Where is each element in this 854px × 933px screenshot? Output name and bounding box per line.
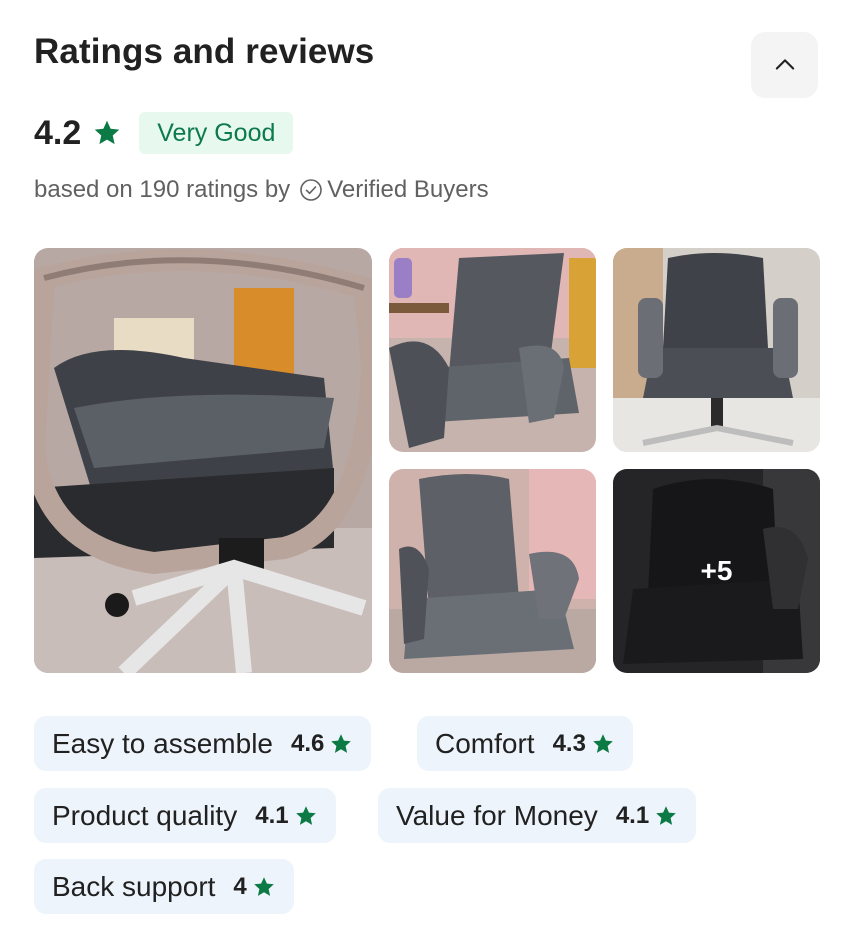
more-photos-overlay[interactable]: +5 xyxy=(613,469,820,673)
aspect-rating: 4.3 xyxy=(552,729,586,757)
overall-rating: 4.2 Very Good xyxy=(34,112,294,154)
aspect-chip-back-support[interactable]: Back support 4 xyxy=(34,859,294,914)
review-photo-2[interactable] xyxy=(389,248,596,452)
based-on-text: based on 190 ratings by xyxy=(34,176,291,203)
aspect-rating: 4 xyxy=(233,872,247,900)
star-icon xyxy=(92,118,122,148)
star-icon xyxy=(294,804,318,828)
aspect-label: Easy to assemble xyxy=(52,727,273,759)
more-photos-count: +5 xyxy=(700,555,733,586)
review-photo-5[interactable]: +5 xyxy=(613,469,820,673)
average-rating-value: 4.2 xyxy=(34,113,82,152)
review-photo-4[interactable] xyxy=(389,469,596,673)
aspect-rating: 4.6 xyxy=(291,729,325,757)
aspect-rating: 4.1 xyxy=(255,801,289,829)
aspect-label: Back support xyxy=(52,870,216,902)
aspect-label: Comfort xyxy=(435,727,535,759)
ratings-count: based on 190 ratings by Verified Buyers xyxy=(34,174,489,206)
chevron-up-icon xyxy=(771,51,799,79)
star-icon xyxy=(329,732,353,756)
collapse-button[interactable] xyxy=(751,32,818,98)
check-circle-icon xyxy=(299,178,323,202)
section-title: Ratings and reviews xyxy=(34,32,375,71)
aspect-label: Value for Money xyxy=(396,799,598,831)
aspect-chip-value-for-money[interactable]: Value for Money 4.1 xyxy=(378,788,697,843)
aspect-chip-product-quality[interactable]: Product quality 4.1 xyxy=(34,788,336,843)
review-photo-3[interactable] xyxy=(613,248,820,452)
rating-label-badge: Very Good xyxy=(139,112,294,154)
star-icon xyxy=(654,804,678,828)
aspect-label: Product quality xyxy=(52,799,238,831)
aspect-rating: 4.1 xyxy=(615,801,650,829)
star-icon xyxy=(252,875,276,899)
aspect-chip-easy-to-assemble[interactable]: Easy to assemble 4.6 xyxy=(34,716,372,771)
ratings-reviews-section: Ratings and reviews 4.2 Very Good based … xyxy=(0,0,854,933)
review-photo-1[interactable] xyxy=(34,248,372,673)
aspect-chip-comfort[interactable]: Comfort 4.3 xyxy=(417,716,633,771)
verified-buyers-text: Verified Buyers xyxy=(327,176,489,203)
star-icon xyxy=(591,732,615,756)
